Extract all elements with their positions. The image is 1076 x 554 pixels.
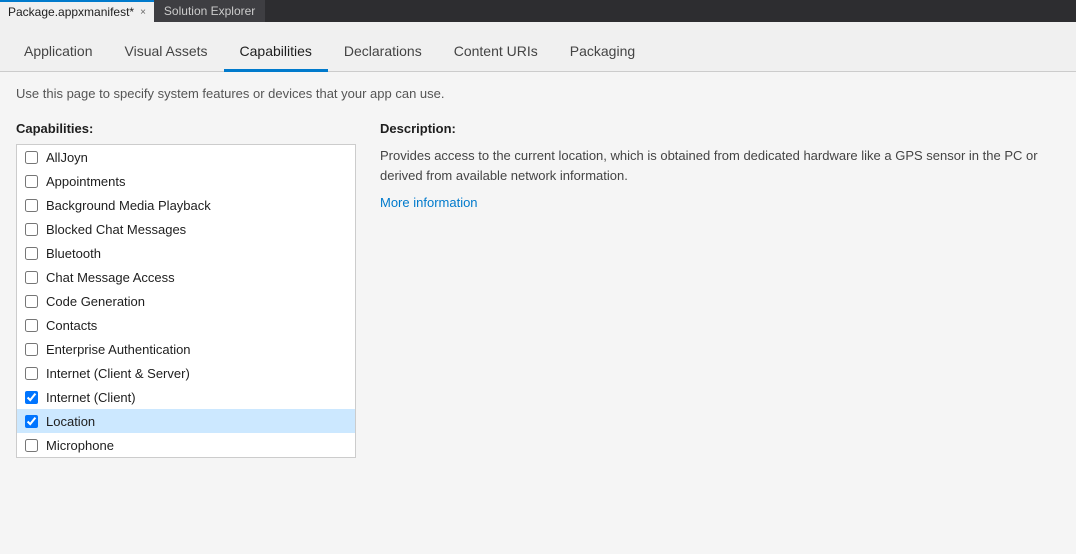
capability-checkbox[interactable] <box>25 415 38 428</box>
page-content: Use this page to specify system features… <box>0 72 1076 554</box>
description-heading: Description: <box>380 121 1060 136</box>
more-info-link[interactable]: More information <box>380 195 478 210</box>
nav-tab-packaging[interactable]: Packaging <box>554 35 651 72</box>
nav-tab-application[interactable]: Application <box>8 35 109 72</box>
capabilities-heading: Capabilities: <box>16 121 356 136</box>
capability-label: Microphone <box>46 438 114 453</box>
capability-label: Internet (Client) <box>46 390 136 405</box>
capability-item[interactable]: Bluetooth <box>17 241 355 265</box>
capability-checkbox[interactable] <box>25 175 38 188</box>
capability-item[interactable]: Internet (Client) <box>17 385 355 409</box>
capability-item[interactable]: Code Generation <box>17 289 355 313</box>
capability-checkbox[interactable] <box>25 271 38 284</box>
title-bar: Package.appxmanifest* × Solution Explore… <box>0 0 1076 22</box>
capability-checkbox[interactable] <box>25 223 38 236</box>
page-description: Use this page to specify system features… <box>16 86 1060 101</box>
close-tab-icon[interactable]: × <box>140 7 146 18</box>
capability-checkbox[interactable] <box>25 391 38 404</box>
capability-checkbox[interactable] <box>25 247 38 260</box>
capability-label: Appointments <box>46 174 126 189</box>
capability-item[interactable]: Background Media Playback <box>17 193 355 217</box>
capability-item[interactable]: AllJoyn <box>17 145 355 169</box>
capability-item[interactable]: Location <box>17 409 355 433</box>
capability-item[interactable]: Contacts <box>17 313 355 337</box>
nav-tab-content-uris[interactable]: Content URIs <box>438 35 554 72</box>
capability-label: Bluetooth <box>46 246 101 261</box>
two-col-layout: Capabilities: AllJoyn Appointments Backgro… <box>16 121 1060 458</box>
capability-label: Enterprise Authentication <box>46 342 191 357</box>
description-text: Provides access to the current location,… <box>380 146 1060 185</box>
capability-label: AllJoyn <box>46 150 88 165</box>
capability-label: Location <box>46 414 95 429</box>
capability-item[interactable]: Enterprise Authentication <box>17 337 355 361</box>
nav-tab-capabilities[interactable]: Capabilities <box>224 35 328 72</box>
capability-item[interactable]: Blocked Chat Messages <box>17 217 355 241</box>
active-tab-label: Package.appxmanifest* <box>8 5 134 19</box>
capability-item[interactable]: Appointments <box>17 169 355 193</box>
capability-label: Blocked Chat Messages <box>46 222 186 237</box>
capability-item[interactable]: Internet (Client & Server) <box>17 361 355 385</box>
capability-label: Chat Message Access <box>46 270 175 285</box>
capabilities-list: AllJoyn Appointments Background Media Play… <box>16 144 356 458</box>
capability-item[interactable]: Microphone <box>17 433 355 457</box>
nav-tab-visual-assets[interactable]: Visual Assets <box>109 35 224 72</box>
capability-checkbox[interactable] <box>25 367 38 380</box>
inactive-file-tab[interactable]: Solution Explorer <box>154 0 265 22</box>
nav-tabs: ApplicationVisual AssetsCapabilitiesDecl… <box>0 22 1076 72</box>
nav-tab-declarations[interactable]: Declarations <box>328 35 438 72</box>
capability-label: Contacts <box>46 318 97 333</box>
capability-item[interactable]: Chat Message Access <box>17 265 355 289</box>
active-file-tab[interactable]: Package.appxmanifest* × <box>0 0 154 22</box>
capability-label: Internet (Client & Server) <box>46 366 190 381</box>
capability-checkbox[interactable] <box>25 199 38 212</box>
right-panel: Description: Provides access to the curr… <box>356 121 1060 458</box>
capability-checkbox[interactable] <box>25 295 38 308</box>
capability-checkbox[interactable] <box>25 151 38 164</box>
capability-label: Background Media Playback <box>46 198 211 213</box>
inactive-tab-label: Solution Explorer <box>164 4 255 18</box>
capability-checkbox[interactable] <box>25 319 38 332</box>
left-panel: Capabilities: AllJoyn Appointments Backgro… <box>16 121 356 458</box>
capability-label: Code Generation <box>46 294 145 309</box>
capability-checkbox[interactable] <box>25 439 38 452</box>
capability-checkbox[interactable] <box>25 343 38 356</box>
